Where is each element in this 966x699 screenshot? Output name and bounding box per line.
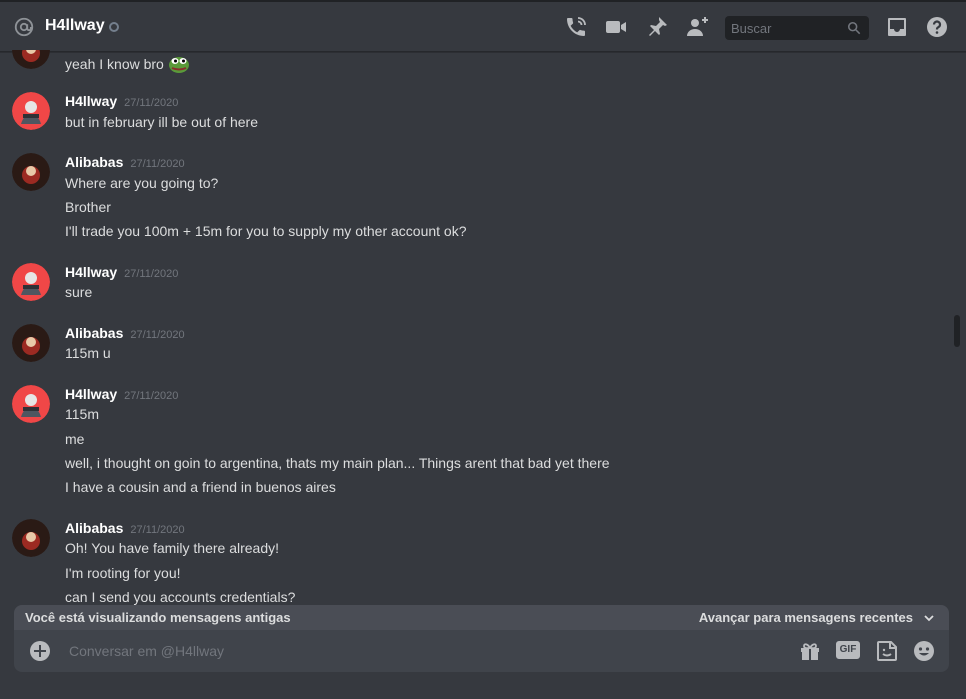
message-line: I'm rooting for you! bbox=[65, 565, 181, 581]
search-box[interactable] bbox=[725, 16, 869, 40]
pepe-emoji-icon bbox=[168, 57, 189, 73]
status-icon bbox=[109, 22, 119, 32]
message-timestamp: 27/11/2020 bbox=[130, 329, 185, 341]
message-line: well, i thought on goin to argentina, th… bbox=[65, 455, 610, 471]
old-messages-bar: Você está visualizando mensagens antigas… bbox=[14, 605, 949, 631]
message-line: Where are you going to? bbox=[65, 175, 219, 191]
message-line: I have a cousin and a friend in buenos a… bbox=[65, 479, 336, 495]
video-call-icon[interactable] bbox=[604, 15, 628, 39]
add-attachment-icon[interactable] bbox=[30, 641, 50, 661]
message-line: sure bbox=[65, 284, 93, 300]
emoji-icon[interactable] bbox=[912, 639, 936, 663]
message-line: 115m bbox=[65, 406, 99, 422]
message-timestamp: 27/11/2020 bbox=[130, 524, 185, 536]
message-line: but in february ill be out of here bbox=[65, 114, 259, 130]
message-line: me bbox=[65, 431, 85, 447]
old-messages-text: Você está visualizando mensagens antigas bbox=[25, 610, 291, 625]
message-input[interactable] bbox=[69, 630, 769, 672]
avatar[interactable] bbox=[12, 92, 50, 130]
message-timestamp: 27/11/2020 bbox=[124, 390, 179, 402]
avatar[interactable] bbox=[12, 324, 50, 362]
chevron-down-icon[interactable] bbox=[923, 612, 935, 624]
message-line: yeah I know bro bbox=[65, 54, 190, 74]
message-author[interactable]: Alibabas bbox=[65, 154, 123, 170]
add-friend-icon[interactable] bbox=[685, 15, 709, 39]
message-author[interactable]: H4llway bbox=[65, 386, 117, 402]
avatar[interactable] bbox=[12, 153, 50, 191]
gif-icon[interactable]: GIF bbox=[836, 641, 860, 659]
message-line: Brother bbox=[65, 199, 111, 215]
search-icon bbox=[847, 21, 861, 35]
message-line: I'll trade you 100m + 15m for you to sup… bbox=[65, 223, 467, 239]
sticker-icon[interactable] bbox=[875, 639, 899, 663]
channel-name: H4llway bbox=[45, 17, 105, 34]
message-author[interactable]: Alibabas bbox=[65, 325, 123, 341]
pin-icon[interactable] bbox=[645, 15, 669, 39]
bottom-strip bbox=[0, 681, 966, 699]
message-timestamp: 27/11/2020 bbox=[130, 158, 185, 170]
message-author[interactable]: H4llway bbox=[65, 264, 117, 280]
message-composer: GIF bbox=[14, 630, 949, 672]
search-input[interactable] bbox=[725, 16, 845, 40]
at-icon bbox=[14, 17, 34, 37]
scrollbar-thumb[interactable] bbox=[954, 315, 960, 347]
avatar[interactable] bbox=[12, 385, 50, 423]
avatar[interactable] bbox=[12, 263, 50, 301]
gift-icon[interactable] bbox=[798, 639, 822, 663]
message-line: can I send you accounts credentials? bbox=[65, 589, 296, 605]
avatar[interactable] bbox=[12, 519, 50, 557]
help-icon[interactable] bbox=[925, 15, 949, 39]
voice-call-icon[interactable] bbox=[564, 15, 588, 39]
channel-header: H4llway bbox=[0, 0, 966, 52]
jump-to-present-button[interactable]: Avançar para mensagens recentes bbox=[699, 610, 913, 625]
message-author[interactable]: Alibabas bbox=[65, 520, 123, 536]
message-timestamp: 27/11/2020 bbox=[124, 268, 179, 280]
message-line: Oh! You have family there already! bbox=[65, 540, 280, 556]
message-author[interactable]: H4llway bbox=[65, 93, 117, 109]
inbox-icon[interactable] bbox=[885, 15, 909, 39]
message-line: 115m u bbox=[65, 345, 111, 361]
avatar[interactable] bbox=[12, 50, 50, 69]
message-timestamp: 27/11/2020 bbox=[124, 97, 179, 109]
message-list: yeah I know bro H4llway 27/11/2020 but in… bbox=[0, 50, 950, 605]
